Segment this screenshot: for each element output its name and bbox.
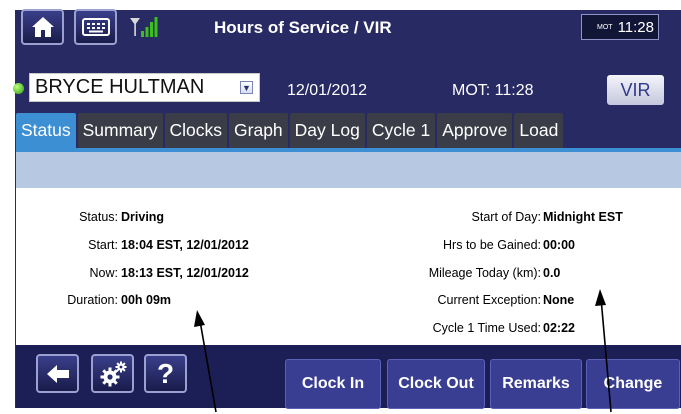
keyboard-icon	[81, 18, 110, 36]
home-icon	[31, 17, 54, 37]
start-label: Start:	[88, 238, 118, 252]
current-date: 12/01/2012	[287, 82, 368, 99]
tab-approve[interactable]: Approve	[437, 113, 513, 148]
vir-button[interactable]: VIR	[607, 75, 664, 105]
clock-time: 11:28	[617, 18, 654, 36]
mileage-today-label: Mileage Today (km):	[428, 266, 541, 280]
start-of-day-label: Start of Day:	[471, 210, 541, 224]
tab-day-log[interactable]: Day Log	[289, 113, 365, 148]
remarks-button[interactable]: Remarks	[490, 359, 582, 409]
status-indicator-dot	[13, 83, 24, 94]
settings-gears-icon	[100, 361, 126, 386]
start-of-day-value: Midnight EST	[543, 210, 623, 224]
hrs-to-be-gained-label: Hrs to be Gained:	[443, 238, 541, 252]
keyboard-button[interactable]	[74, 9, 117, 45]
tab-cycle-1[interactable]: Cycle 1	[366, 113, 436, 148]
back-button[interactable]	[36, 354, 79, 393]
tab-status[interactable]: Status	[16, 113, 76, 148]
now-value: 18:13 EST, 12/01/2012	[121, 266, 249, 280]
cycle-time-used-label: Cycle 1 Time Used:	[432, 321, 541, 335]
back-arrow-icon	[46, 364, 69, 383]
help-button[interactable]: ?	[144, 354, 187, 393]
hrs-to-be-gained-value: 00:00	[543, 238, 575, 252]
tab-graph[interactable]: Graph	[229, 113, 288, 148]
driver-name: BRYCE HULTMAN	[35, 76, 205, 98]
change-button[interactable]: Change	[586, 359, 680, 409]
tab-clocks[interactable]: Clocks	[164, 113, 228, 148]
signal-indicator	[129, 16, 159, 38]
status-panel: Status: Driving Start: 18:04 EST, 12/01/…	[16, 188, 681, 345]
status-header-band	[16, 152, 681, 188]
current-exception-label: Current Exception:	[437, 293, 541, 307]
clock-label: MOT	[597, 23, 613, 31]
signal-icon	[130, 17, 158, 37]
start-value: 18:04 EST, 12/01/2012	[121, 238, 249, 252]
now-label: Now:	[89, 266, 118, 280]
tab-summary[interactable]: Summary	[77, 113, 163, 148]
home-button[interactable]	[21, 9, 64, 45]
driver-select[interactable]: BRYCE HULTMAN ▼	[29, 73, 260, 102]
status-value: Driving	[121, 210, 165, 224]
settings-button[interactable]	[91, 354, 134, 393]
clock-out-button[interactable]: Clock Out	[387, 359, 485, 409]
help-icon: ?	[156, 357, 175, 389]
status-label: Status:	[79, 210, 118, 224]
clock-in-button[interactable]: Clock In	[285, 359, 381, 409]
duration-label: Duration:	[67, 293, 118, 307]
mot-time: MOT: 11:28	[452, 82, 534, 99]
app-title: Hours of Service / VIR	[214, 18, 392, 37]
clock-display: MOT 11:28	[581, 14, 659, 40]
mileage-today-value: 0.0	[543, 266, 561, 280]
duration-value: 00h 09m	[121, 293, 172, 307]
tab-load[interactable]: Load	[514, 113, 564, 148]
tab-bar: Status Summary Clocks Graph Day Log Cycl…	[16, 113, 565, 148]
current-exception-value: None	[543, 293, 575, 307]
cycle-time-used-value: 02:22	[543, 321, 575, 335]
chevron-down-icon[interactable]: ▼	[240, 81, 253, 94]
